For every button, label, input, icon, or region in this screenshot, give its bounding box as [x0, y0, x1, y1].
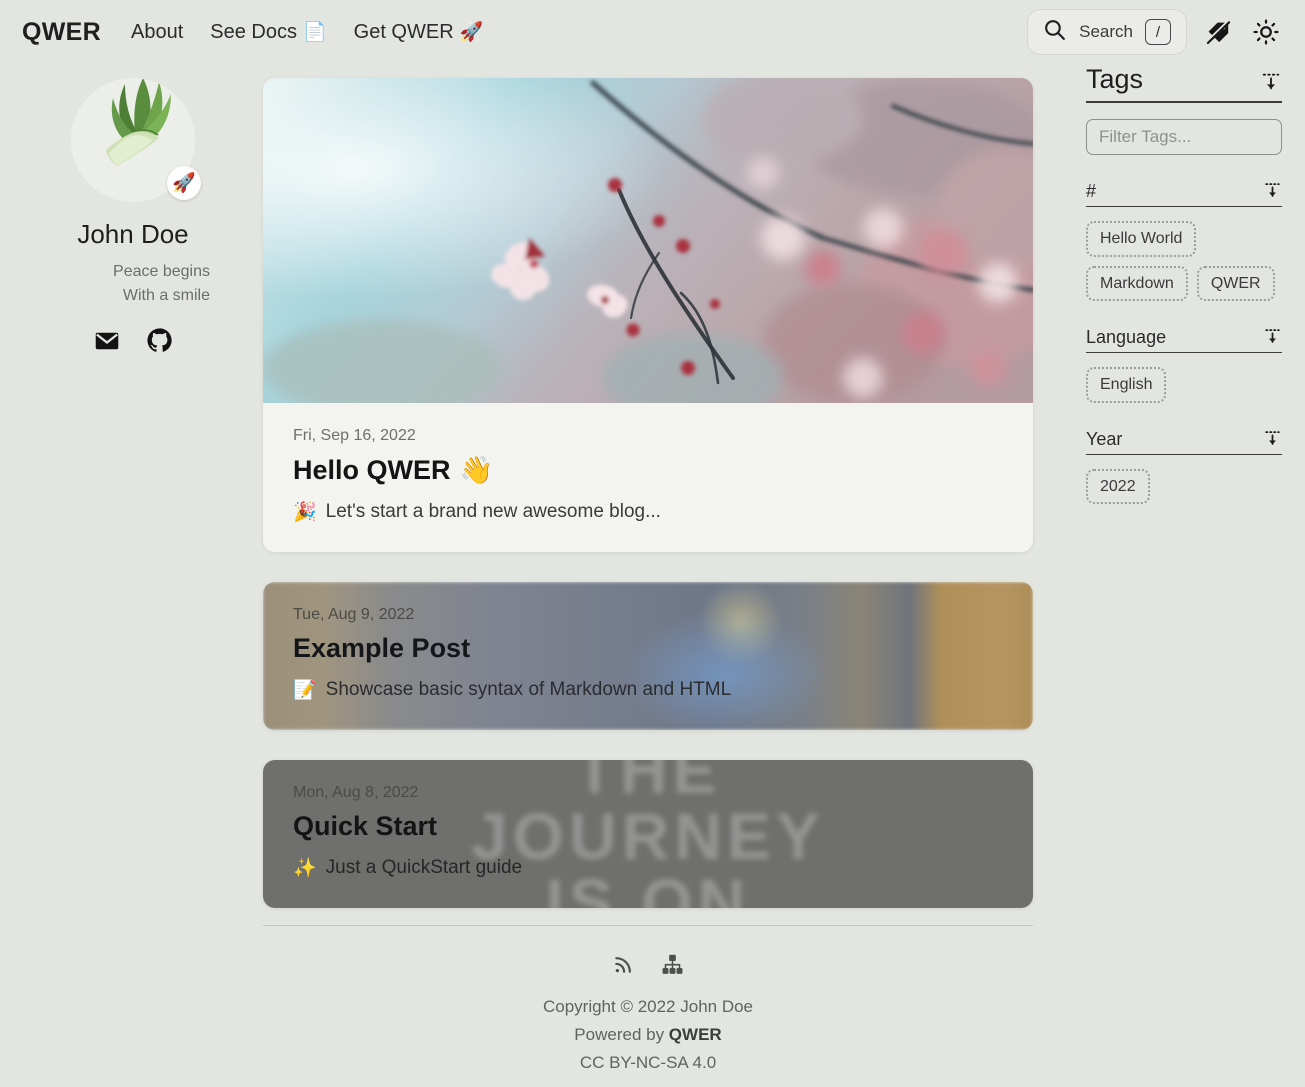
- post-title: Example Post: [293, 633, 1003, 664]
- collapse-arrow-icon[interactable]: [1260, 71, 1282, 95]
- github-icon[interactable]: [146, 327, 173, 354]
- footer-powered-brand[interactable]: QWER: [669, 1025, 722, 1044]
- rss-icon[interactable]: [612, 953, 635, 976]
- brand-logo[interactable]: QWER: [22, 18, 101, 47]
- collapse-arrow-icon[interactable]: [1263, 181, 1282, 202]
- tag-filter-input[interactable]: [1086, 119, 1282, 155]
- tag-group-header: Language: [1086, 327, 1282, 353]
- post-summary-text: Showcase basic syntax of Markdown and HT…: [326, 679, 732, 701]
- tags-header: Tags: [1086, 64, 1282, 103]
- page-body: 🚀 John Doe Peace begins With a smile: [0, 64, 1305, 1087]
- post-date: Mon, Aug 8, 2022: [293, 784, 1003, 802]
- nav-link-about-label: About: [131, 21, 183, 44]
- sitemap-icon[interactable]: [661, 953, 684, 976]
- tag-list: English: [1086, 367, 1282, 403]
- search-icon: [1042, 17, 1067, 47]
- nav-link-see-docs[interactable]: See Docs 📄: [210, 21, 326, 44]
- tag-chip-hello-world[interactable]: Hello World: [1086, 221, 1196, 257]
- avatar-wrapper: 🚀: [71, 78, 195, 202]
- tag-off-icon[interactable]: [1201, 15, 1235, 49]
- search-shortcut-badge: /: [1145, 19, 1171, 45]
- profile-card: 🚀 John Doe Peace begins With a smile: [12, 78, 254, 354]
- site-footer: Copyright © 2022 John Doe Powered by QWE…: [263, 925, 1033, 1077]
- collapse-arrow-icon[interactable]: [1263, 429, 1282, 450]
- post-card-example-post[interactable]: Tue, Aug 9, 2022 Example Post 📝 Showcase…: [263, 582, 1033, 730]
- profile-bio: Peace begins With a smile: [12, 260, 254, 308]
- tag-list: Hello World Markdown QWER: [1086, 221, 1282, 301]
- post-date: Tue, Aug 9, 2022: [293, 606, 1003, 624]
- search-button[interactable]: Search /: [1027, 9, 1187, 55]
- tag-chip-qwer[interactable]: QWER: [1197, 266, 1275, 302]
- footer-copyright: Copyright © 2022 John Doe: [263, 993, 1033, 1021]
- post-card-body: Mon, Aug 8, 2022 Quick Start ✨ Just a Qu…: [263, 760, 1033, 908]
- tag-chip-markdown[interactable]: Markdown: [1086, 266, 1188, 302]
- email-icon[interactable]: [94, 328, 120, 354]
- tag-list: 2022: [1086, 469, 1282, 505]
- nav-link-see-docs-label: See Docs: [210, 21, 297, 44]
- sun-icon[interactable]: [1249, 15, 1283, 49]
- footer-powered-by: Powered by QWER: [263, 1021, 1033, 1049]
- post-card-quick-start[interactable]: THE JOURNEY IS ON Mon, Aug 8, 2022 Quick…: [263, 760, 1033, 908]
- post-summary: 📝 Showcase basic syntax of Markdown and …: [293, 678, 1003, 702]
- avatar-rocket-badge: 🚀: [167, 166, 201, 200]
- post-summary-text: Let's start a brand new awesome blog...: [326, 501, 661, 523]
- footer-divider: [263, 925, 1033, 926]
- profile-bio-line-1: Peace begins: [12, 260, 210, 284]
- post-title: Hello QWER 👋: [293, 454, 1003, 486]
- tag-group-language: Language English: [1086, 327, 1282, 403]
- main-nav: About See Docs 📄 Get QWER 🚀: [131, 21, 483, 44]
- post-summary: ✨ Just a QuickStart guide: [293, 856, 1003, 880]
- tags-panel: Tags #: [1086, 64, 1282, 504]
- footer-icons: [263, 953, 1033, 976]
- post-card-hello-qwer[interactable]: Fri, Sep 16, 2022 Hello QWER 👋 🎉 Let's s…: [263, 78, 1033, 552]
- post-title-text: Example Post: [293, 633, 470, 664]
- waving-hand-icon: 👋: [460, 454, 494, 486]
- nav-link-get-qwer-label: Get QWER: [354, 21, 454, 44]
- post-card-body: Tue, Aug 9, 2022 Example Post 📝 Showcase…: [263, 582, 1033, 730]
- sparkles-icon: ✨: [293, 856, 317, 880]
- document-icon: 📄: [303, 23, 327, 42]
- post-summary: 🎉 Let's start a brand new awesome blog..…: [293, 500, 1003, 524]
- tag-chip-english[interactable]: English: [1086, 367, 1166, 403]
- post-title-text: Hello QWER: [293, 455, 451, 486]
- footer-license[interactable]: CC BY-NC-SA 4.0: [263, 1049, 1033, 1077]
- post-title: Quick Start: [293, 811, 1003, 842]
- profile-bio-line-2: With a smile: [12, 284, 210, 308]
- tag-group-hash: # Hello World Markdown QWER: [1086, 181, 1282, 301]
- tag-group-name: Language: [1086, 327, 1166, 348]
- footer-powered-prefix: Powered by: [574, 1025, 669, 1044]
- tag-group-header: #: [1086, 181, 1282, 207]
- tag-group-header: Year: [1086, 429, 1282, 455]
- post-card-body: Fri, Sep 16, 2022 Hello QWER 👋 🎉 Let's s…: [263, 403, 1033, 552]
- post-hero-image: [263, 78, 1033, 403]
- tag-chip-2022[interactable]: 2022: [1086, 469, 1150, 505]
- rocket-icon: 🚀: [460, 23, 484, 42]
- collapse-arrow-icon[interactable]: [1263, 327, 1282, 348]
- tag-group-year: Year 2022: [1086, 429, 1282, 505]
- memo-icon: 📝: [293, 678, 317, 702]
- tags-title: Tags: [1086, 64, 1143, 95]
- tag-group-name: #: [1086, 181, 1096, 202]
- party-popper-icon: 🎉: [293, 500, 317, 524]
- profile-socials: [94, 327, 173, 354]
- nav-link-get-qwer[interactable]: Get QWER 🚀: [354, 21, 484, 44]
- post-date: Fri, Sep 16, 2022: [293, 427, 1003, 445]
- post-title-text: Quick Start: [293, 811, 437, 842]
- tag-group-name: Year: [1086, 429, 1122, 450]
- profile-name: John Doe: [77, 219, 188, 250]
- post-list: Fri, Sep 16, 2022 Hello QWER 👋 🎉 Let's s…: [263, 78, 1033, 938]
- header-actions: Search /: [1027, 9, 1283, 55]
- post-summary-text: Just a QuickStart guide: [326, 857, 522, 879]
- nav-link-about[interactable]: About: [131, 21, 183, 44]
- search-label: Search: [1079, 22, 1133, 42]
- site-header: QWER About See Docs 📄 Get QWER 🚀 Search …: [0, 0, 1305, 64]
